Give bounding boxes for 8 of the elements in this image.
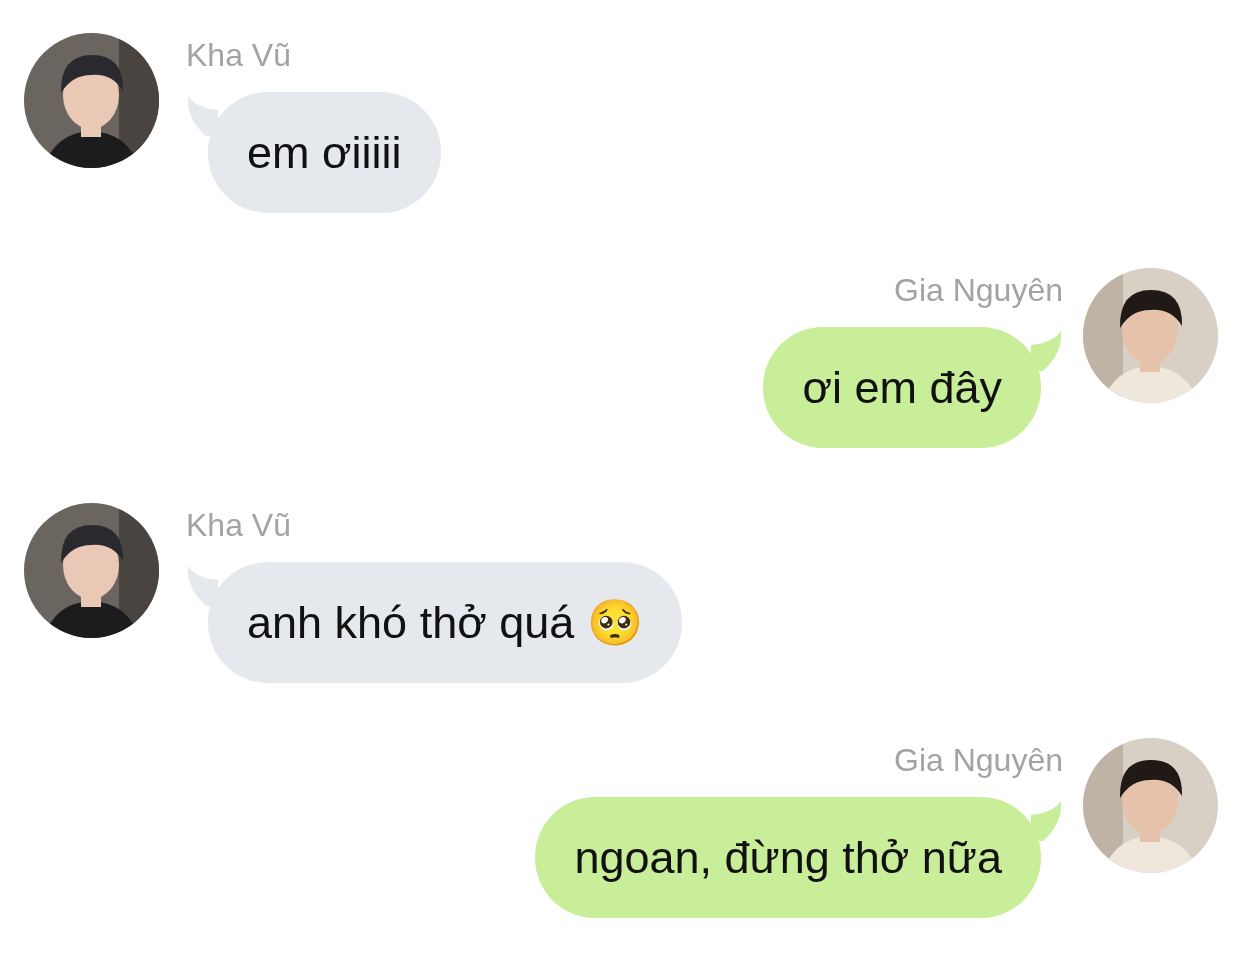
message-bubble: ơi em đây xyxy=(763,327,1041,448)
sender-name: Kha Vũ xyxy=(186,506,291,545)
message-bubble: ngoan, đừng thở nữa xyxy=(535,797,1041,918)
sender-name: Gia Nguyên xyxy=(894,271,1063,310)
message-bubble: em ơiiiii xyxy=(208,92,441,213)
sender-name: Kha Vũ xyxy=(186,36,291,75)
message-bubble: anh khó thở quá 🥺 xyxy=(208,562,682,683)
sender-name: Gia Nguyên xyxy=(894,741,1063,780)
